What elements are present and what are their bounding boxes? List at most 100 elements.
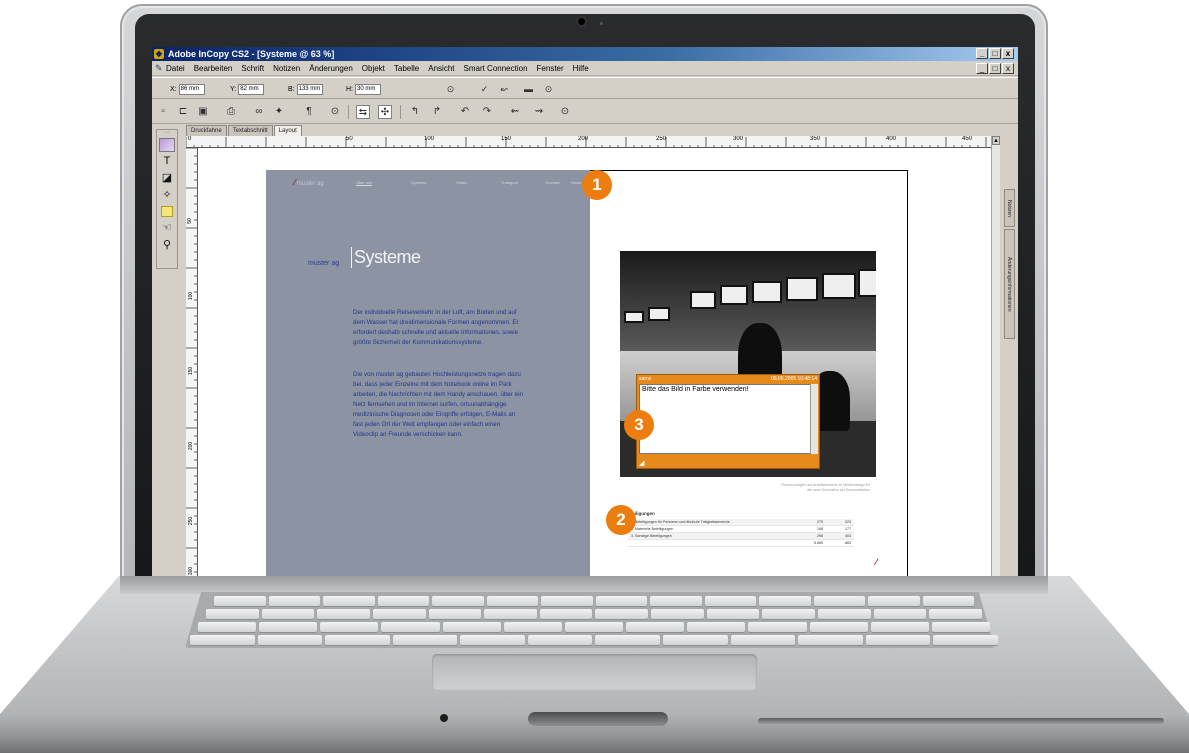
table-cell[interactable]: 298 bbox=[798, 532, 826, 540]
menu-hilfe[interactable]: Hilfe bbox=[573, 64, 589, 73]
left-page[interactable]: ⁄ muster ag Über uns Systeme Studio Tran… bbox=[266, 170, 590, 578]
table-cell[interactable]: 2. Materielle Beteiligungen bbox=[628, 525, 798, 533]
doc-minimize-button[interactable]: _ bbox=[976, 63, 988, 74]
menu-schrift[interactable]: Schrift bbox=[241, 64, 264, 73]
menu-aenderungen[interactable]: Änderungen bbox=[309, 64, 353, 73]
table-cell[interactable] bbox=[628, 539, 798, 547]
check-out-icon[interactable]: ⇝ bbox=[532, 105, 546, 119]
note-scrollbar[interactable] bbox=[810, 384, 818, 454]
keyboard-key bbox=[687, 622, 746, 632]
keyboard-key bbox=[818, 609, 871, 619]
body-paragraph[interactable]: Der individuelle Reiseverkehr in der Luf… bbox=[353, 308, 523, 348]
main-toolbar: ▫ ⊏ ▣ ⎙ ∞ ✦ ¶ ⊙ ⇆ ✣ ↰ ↱ ↶ ↷ ⇜ ⇝ ⊙ bbox=[152, 100, 1018, 124]
right-page[interactable]: sarno 08.06.2005 10:48:14 Bitte das Bild… bbox=[590, 170, 908, 578]
table-cell[interactable]: 403 bbox=[826, 532, 854, 540]
table-cell[interactable]: 883 bbox=[826, 539, 854, 547]
table-cell[interactable]: 188 bbox=[798, 525, 826, 533]
menu-tabelle[interactable]: Tabelle bbox=[394, 64, 419, 73]
width-field: B: 133 mm bbox=[288, 83, 323, 95]
image-caption[interactable]: Firmenvorlagen und Arbeitsbereiche im Me… bbox=[780, 483, 870, 493]
position-tool-icon[interactable]: ◪ bbox=[158, 170, 176, 186]
y-position-input[interactable]: 82 mm bbox=[238, 83, 265, 95]
tab-textabschnitt[interactable]: Textabschnitt bbox=[227, 125, 273, 136]
maximize-button[interactable]: □ bbox=[989, 48, 1001, 59]
open-icon[interactable]: ⊏ bbox=[176, 105, 190, 119]
menu-objekt[interactable]: Objekt bbox=[362, 64, 385, 73]
target-icon[interactable]: ⊙ bbox=[328, 105, 342, 119]
menu-bearbeiten[interactable]: Bearbeiten bbox=[194, 64, 233, 73]
keyboard-key bbox=[868, 596, 920, 606]
table-cell[interactable]: 177 bbox=[826, 525, 854, 533]
note-icon[interactable]: ▬ bbox=[522, 83, 535, 96]
scroll-up-arrow-icon[interactable]: ▲ bbox=[992, 136, 1000, 145]
toolbar-divider bbox=[400, 105, 401, 119]
reject-change-icon[interactable]: ↜ bbox=[498, 83, 511, 96]
save-icon[interactable]: ▣ bbox=[196, 105, 210, 119]
table-row[interactable]: 3. Sonstige Beteiligungen 298 403 bbox=[628, 532, 854, 540]
tab-notizen[interactable]: Notizen bbox=[1004, 189, 1015, 227]
financial-table[interactable]: 1. Beteiligungen für Personen und ähnlic… bbox=[628, 519, 854, 547]
check-in-icon[interactable]: ⇜ bbox=[508, 105, 522, 119]
menu-fenster[interactable]: Fenster bbox=[537, 64, 564, 73]
type-tool-icon[interactable]: T bbox=[158, 153, 176, 169]
keyboard-key bbox=[865, 635, 931, 645]
update-icon[interactable]: ⊙ bbox=[558, 105, 572, 119]
page-nav-item: Systeme bbox=[411, 180, 427, 185]
table-cell[interactable]: 5.665 bbox=[798, 539, 826, 547]
spellcheck-icon[interactable]: ✦ bbox=[272, 105, 286, 119]
menu-smart-connection[interactable]: Smart Connection bbox=[464, 64, 528, 73]
body-paragraph[interactable]: Die von muster ag gebauten Hochleistungs… bbox=[353, 370, 523, 440]
width-input[interactable]: 133 mm bbox=[296, 83, 323, 95]
print-icon[interactable]: ⎙ bbox=[224, 105, 238, 119]
company-name: muster ag bbox=[308, 260, 340, 267]
tools-panel-header[interactable]: ⋯ bbox=[157, 130, 177, 137]
previous-note-icon[interactable]: ↶ bbox=[458, 105, 472, 119]
tab-aenderungsinformationen[interactable]: Änderungsinformationen bbox=[1004, 229, 1015, 339]
note-tool-icon[interactable] bbox=[161, 206, 173, 217]
minimize-button[interactable]: _ bbox=[976, 48, 988, 59]
note-resize-icon[interactable]: ◢ bbox=[639, 459, 644, 467]
table-row[interactable]: 2. Materielle Beteiligungen 188 177 bbox=[628, 525, 854, 533]
zoom-tool-icon[interactable]: ⚲ bbox=[158, 237, 176, 253]
keyboard-key bbox=[428, 609, 482, 619]
color-swatch-icon[interactable] bbox=[159, 138, 175, 152]
keyboard-key bbox=[650, 596, 702, 606]
accept-change-icon[interactable]: ✓ bbox=[478, 83, 491, 96]
doc-restore-button[interactable]: □ bbox=[989, 63, 1001, 74]
previous-change-icon[interactable]: ↰ bbox=[408, 105, 422, 119]
find-icon[interactable]: ∞ bbox=[252, 105, 266, 119]
target-icon[interactable]: ⊙ bbox=[444, 83, 457, 96]
next-change-icon[interactable]: ↱ bbox=[430, 105, 444, 119]
track-changes-icon[interactable]: ⇆ bbox=[356, 105, 370, 119]
layout-canvas[interactable]: ⁄ muster ag Über uns Systeme Studio Tran… bbox=[198, 148, 991, 578]
eyedropper-tool-icon[interactable]: ✧ bbox=[158, 187, 176, 203]
tab-druckfahne[interactable]: Druckfahne bbox=[186, 125, 227, 136]
tab-layout[interactable]: Layout bbox=[273, 125, 302, 136]
page-nav-item: News bbox=[571, 180, 582, 185]
x-position-input[interactable]: 86 mm bbox=[178, 83, 205, 95]
new-document-icon[interactable]: ▫ bbox=[156, 105, 170, 119]
history-icon[interactable]: ⊙ bbox=[542, 83, 555, 96]
next-note-icon[interactable]: ↷ bbox=[480, 105, 494, 119]
show-changes-icon[interactable]: ✣ bbox=[378, 105, 392, 119]
hand-tool-icon[interactable]: ☜ bbox=[158, 220, 176, 236]
keyboard-key bbox=[759, 596, 811, 606]
page-nav-item: Studio bbox=[456, 180, 468, 185]
doc-close-button[interactable]: x bbox=[1002, 63, 1014, 74]
menu-ansicht[interactable]: Ansicht bbox=[428, 64, 454, 73]
vertical-scrollbar[interactable]: ▲ bbox=[991, 136, 1000, 578]
pilcrow-icon[interactable]: ¶ bbox=[302, 105, 316, 119]
close-button[interactable]: x bbox=[1002, 48, 1014, 59]
height-input[interactable]: 30 mm bbox=[355, 83, 381, 95]
note-popup[interactable]: sarno 08.06.2005 10:48:14 Bitte das Bild… bbox=[636, 374, 820, 469]
note-text-area[interactable]: Bitte das Bild in Farbe verwenden! bbox=[639, 384, 811, 454]
keyboard-key bbox=[809, 622, 868, 632]
keyboard-key bbox=[323, 596, 375, 606]
document-menu-icon[interactable]: ✎ bbox=[155, 63, 163, 74]
table-cell[interactable]: 3. Sonstige Beteiligungen bbox=[628, 532, 798, 540]
menu-datei[interactable]: Datei bbox=[166, 64, 185, 73]
page-heading[interactable]: Systeme bbox=[351, 247, 421, 268]
menu-notizen[interactable]: Notizen bbox=[273, 64, 300, 73]
callout-badge: 2 bbox=[606, 505, 636, 535]
table-row[interactable]: 5.665 883 bbox=[628, 539, 854, 547]
